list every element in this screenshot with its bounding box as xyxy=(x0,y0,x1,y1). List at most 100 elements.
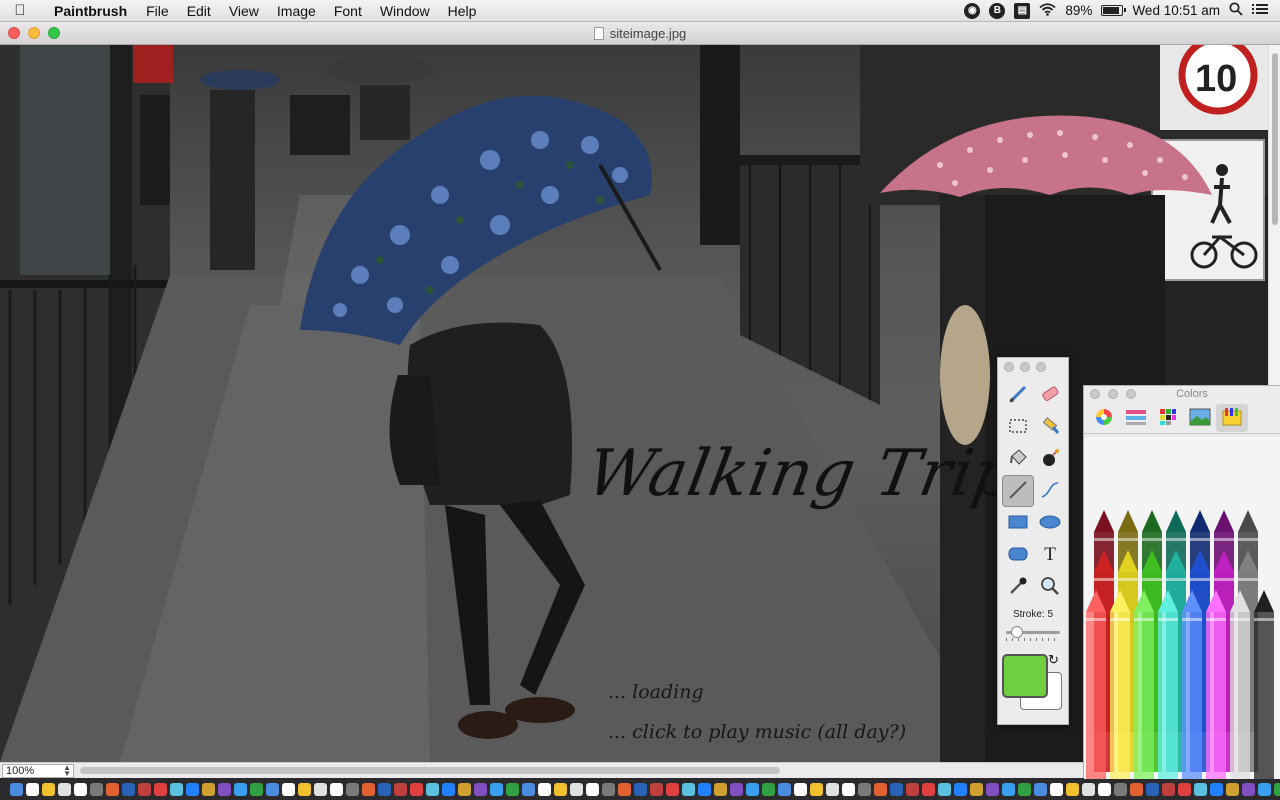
dock-app-icon[interactable] xyxy=(1114,782,1127,796)
close-button[interactable] xyxy=(8,27,20,39)
dock-app-icon[interactable] xyxy=(666,782,679,796)
dock-app-icon[interactable] xyxy=(1018,782,1031,796)
horizontal-scrollbar[interactable] xyxy=(80,767,780,774)
brush-tool[interactable] xyxy=(1002,379,1034,411)
b-icon[interactable]: B xyxy=(989,2,1006,19)
dock-app-icon[interactable] xyxy=(378,782,391,796)
dock-app-icon[interactable] xyxy=(954,782,967,796)
apple-icon[interactable]:  xyxy=(0,2,40,19)
zoom-select[interactable]: 100% ▲ ▼ xyxy=(2,764,74,778)
menu-window[interactable]: Window xyxy=(371,3,439,19)
dock-app-icon[interactable] xyxy=(938,782,951,796)
menu-edit[interactable]: Edit xyxy=(178,3,220,19)
dock-app-icon[interactable] xyxy=(202,782,215,796)
dock-app-icon[interactable] xyxy=(922,782,935,796)
dock-app-icon[interactable] xyxy=(842,782,855,796)
dock-app-icon[interactable] xyxy=(74,782,87,796)
dock-app-icon[interactable] xyxy=(506,782,519,796)
dock-app-icon[interactable] xyxy=(266,782,279,796)
dock-app-icon[interactable] xyxy=(330,782,343,796)
tools-palette-titlebar[interactable] xyxy=(998,358,1068,376)
color-wheel-tab[interactable] xyxy=(1088,404,1120,432)
dock-app-icon[interactable] xyxy=(1146,782,1159,796)
dock-app-icon[interactable] xyxy=(522,782,535,796)
curve-tool[interactable] xyxy=(1034,475,1066,507)
dock-app-icon[interactable] xyxy=(314,782,327,796)
dock-app-icon[interactable] xyxy=(426,782,439,796)
dock-app-icon[interactable] xyxy=(1274,782,1280,796)
dock-app-icon[interactable] xyxy=(458,782,471,796)
dock-app-icon[interactable] xyxy=(730,782,743,796)
dock-app-icon[interactable] xyxy=(906,782,919,796)
stroke-slider-knob[interactable] xyxy=(1011,626,1024,638)
image-palette-tab[interactable] xyxy=(1184,404,1216,432)
dock-app-icon[interactable] xyxy=(154,782,167,796)
dock-app-icon[interactable] xyxy=(346,782,359,796)
bomb-tool[interactable] xyxy=(1034,443,1066,475)
gauge-icon[interactable]: ◉ xyxy=(964,2,981,19)
crayon[interactable] xyxy=(1158,590,1178,800)
dock-app-icon[interactable] xyxy=(58,782,71,796)
dock-app-icon[interactable] xyxy=(1082,782,1095,796)
dock-app-icon[interactable] xyxy=(762,782,775,796)
bucket-tool[interactable] xyxy=(1002,443,1034,475)
dock-app-icon[interactable] xyxy=(698,782,711,796)
dock-app-icon[interactable] xyxy=(634,782,647,796)
dock-app-icon[interactable] xyxy=(682,782,695,796)
spotlight-icon[interactable] xyxy=(1229,2,1243,19)
dock-app-icon[interactable] xyxy=(362,782,375,796)
dock-app-icon[interactable] xyxy=(1210,782,1223,796)
dock-app-icon[interactable] xyxy=(122,782,135,796)
dock-app-icon[interactable] xyxy=(490,782,503,796)
dock-app-icon[interactable] xyxy=(234,782,247,796)
dock-app-icon[interactable] xyxy=(858,782,871,796)
minimize-button[interactable] xyxy=(28,27,40,39)
tools-zoom-button[interactable] xyxy=(1036,362,1046,372)
clock[interactable]: Wed 10:51 am xyxy=(1132,3,1220,18)
zoom-button[interactable] xyxy=(48,27,60,39)
battery-icon[interactable] xyxy=(1101,5,1127,16)
wifi-icon[interactable] xyxy=(1039,2,1056,19)
dock-app-icon[interactable] xyxy=(970,782,983,796)
dock-app-icon[interactable] xyxy=(90,782,103,796)
text-tool[interactable]: T xyxy=(1034,539,1066,571)
stroke-slider[interactable] xyxy=(1006,626,1060,641)
ellipse-tool[interactable] xyxy=(1034,507,1066,539)
list-icon[interactable] xyxy=(1252,3,1268,18)
dock-app-icon[interactable] xyxy=(10,782,23,796)
rectangle-tool[interactable] xyxy=(1002,507,1034,539)
dock-app-icon[interactable] xyxy=(650,782,663,796)
dock-app-icon[interactable] xyxy=(554,782,567,796)
crayon[interactable] xyxy=(1134,590,1154,800)
crayon[interactable] xyxy=(1110,590,1130,800)
dock-app-icon[interactable] xyxy=(474,782,487,796)
app-menu[interactable]: Paintbrush xyxy=(40,3,137,19)
dock-app-icon[interactable] xyxy=(218,782,231,796)
dock-app-icon[interactable] xyxy=(986,782,999,796)
crayon[interactable] xyxy=(1086,590,1106,800)
dock-app-icon[interactable] xyxy=(1002,782,1015,796)
dock-app-icon[interactable] xyxy=(1178,782,1191,796)
dock-app-icon[interactable] xyxy=(1130,782,1143,796)
dock-app-icon[interactable] xyxy=(538,782,551,796)
dock-app-icon[interactable] xyxy=(746,782,759,796)
dock-app-icon[interactable] xyxy=(586,782,599,796)
dock-app-icon[interactable] xyxy=(42,782,55,796)
menu-font[interactable]: Font xyxy=(325,3,371,19)
menu-help[interactable]: Help xyxy=(439,3,486,19)
menu-image[interactable]: Image xyxy=(268,3,325,19)
selection-tool[interactable] xyxy=(1002,411,1034,443)
dock-app-icon[interactable] xyxy=(778,782,791,796)
dock-app-icon[interactable] xyxy=(1162,782,1175,796)
dock-app-icon[interactable] xyxy=(282,782,295,796)
zoom-tool[interactable] xyxy=(1034,571,1066,603)
dock-app-icon[interactable] xyxy=(170,782,183,796)
menu-file[interactable]: File xyxy=(137,3,178,19)
dock-app-icon[interactable] xyxy=(1242,782,1255,796)
eyedropper-tool[interactable] xyxy=(1002,571,1034,603)
dock-app-icon[interactable] xyxy=(186,782,199,796)
dock-app-icon[interactable] xyxy=(826,782,839,796)
tools-close-button[interactable] xyxy=(1004,362,1014,372)
dock-app-icon[interactable] xyxy=(1258,782,1271,796)
image-canvas[interactable]: 10 Walking Trip ... loading ... click to… xyxy=(0,45,1268,762)
